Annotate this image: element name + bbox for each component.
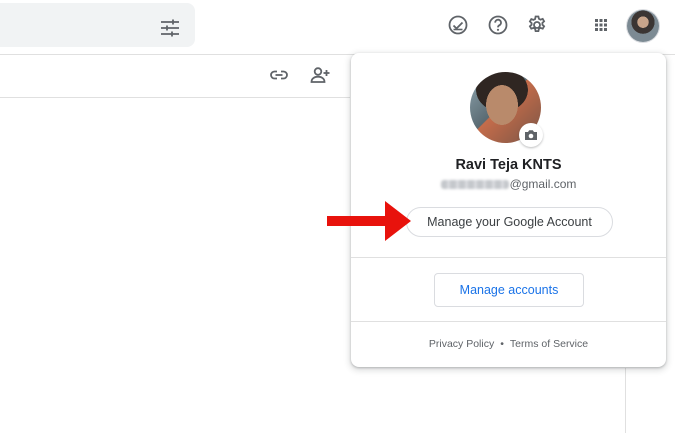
privacy-policy-link[interactable]: Privacy Policy bbox=[429, 338, 494, 350]
user-email: @gmail.com bbox=[351, 177, 666, 191]
check-circle-icon[interactable] bbox=[447, 14, 469, 36]
terms-of-service-link[interactable]: Terms of Service bbox=[510, 338, 588, 350]
redacted-email-prefix bbox=[440, 180, 509, 190]
link-icon[interactable] bbox=[268, 64, 290, 86]
email-suffix: @gmail.com bbox=[509, 177, 577, 191]
panel-edge bbox=[625, 368, 626, 433]
avatar[interactable] bbox=[627, 10, 659, 42]
tune-icon[interactable] bbox=[160, 19, 180, 37]
manage-accounts-button[interactable]: Manage accounts bbox=[434, 273, 584, 307]
manage-google-account-button[interactable]: Manage your Google Account bbox=[406, 207, 613, 237]
red-arrow-annotation bbox=[327, 201, 411, 241]
apps-grid-icon[interactable] bbox=[590, 14, 612, 36]
search-bar[interactable] bbox=[0, 3, 195, 47]
popup-divider bbox=[351, 321, 666, 322]
add-person-icon[interactable] bbox=[309, 64, 331, 86]
user-name: Ravi Teja KNTS bbox=[455, 157, 562, 173]
popup-footer: Privacy Policy • Terms of Service bbox=[351, 338, 666, 350]
settings-icon[interactable] bbox=[526, 14, 548, 36]
change-photo-button[interactable] bbox=[519, 123, 543, 147]
popup-divider bbox=[351, 257, 666, 258]
camera-icon bbox=[525, 130, 537, 140]
help-icon[interactable] bbox=[487, 14, 509, 36]
toolbar-divider bbox=[0, 97, 350, 98]
footer-separator: • bbox=[500, 338, 504, 350]
